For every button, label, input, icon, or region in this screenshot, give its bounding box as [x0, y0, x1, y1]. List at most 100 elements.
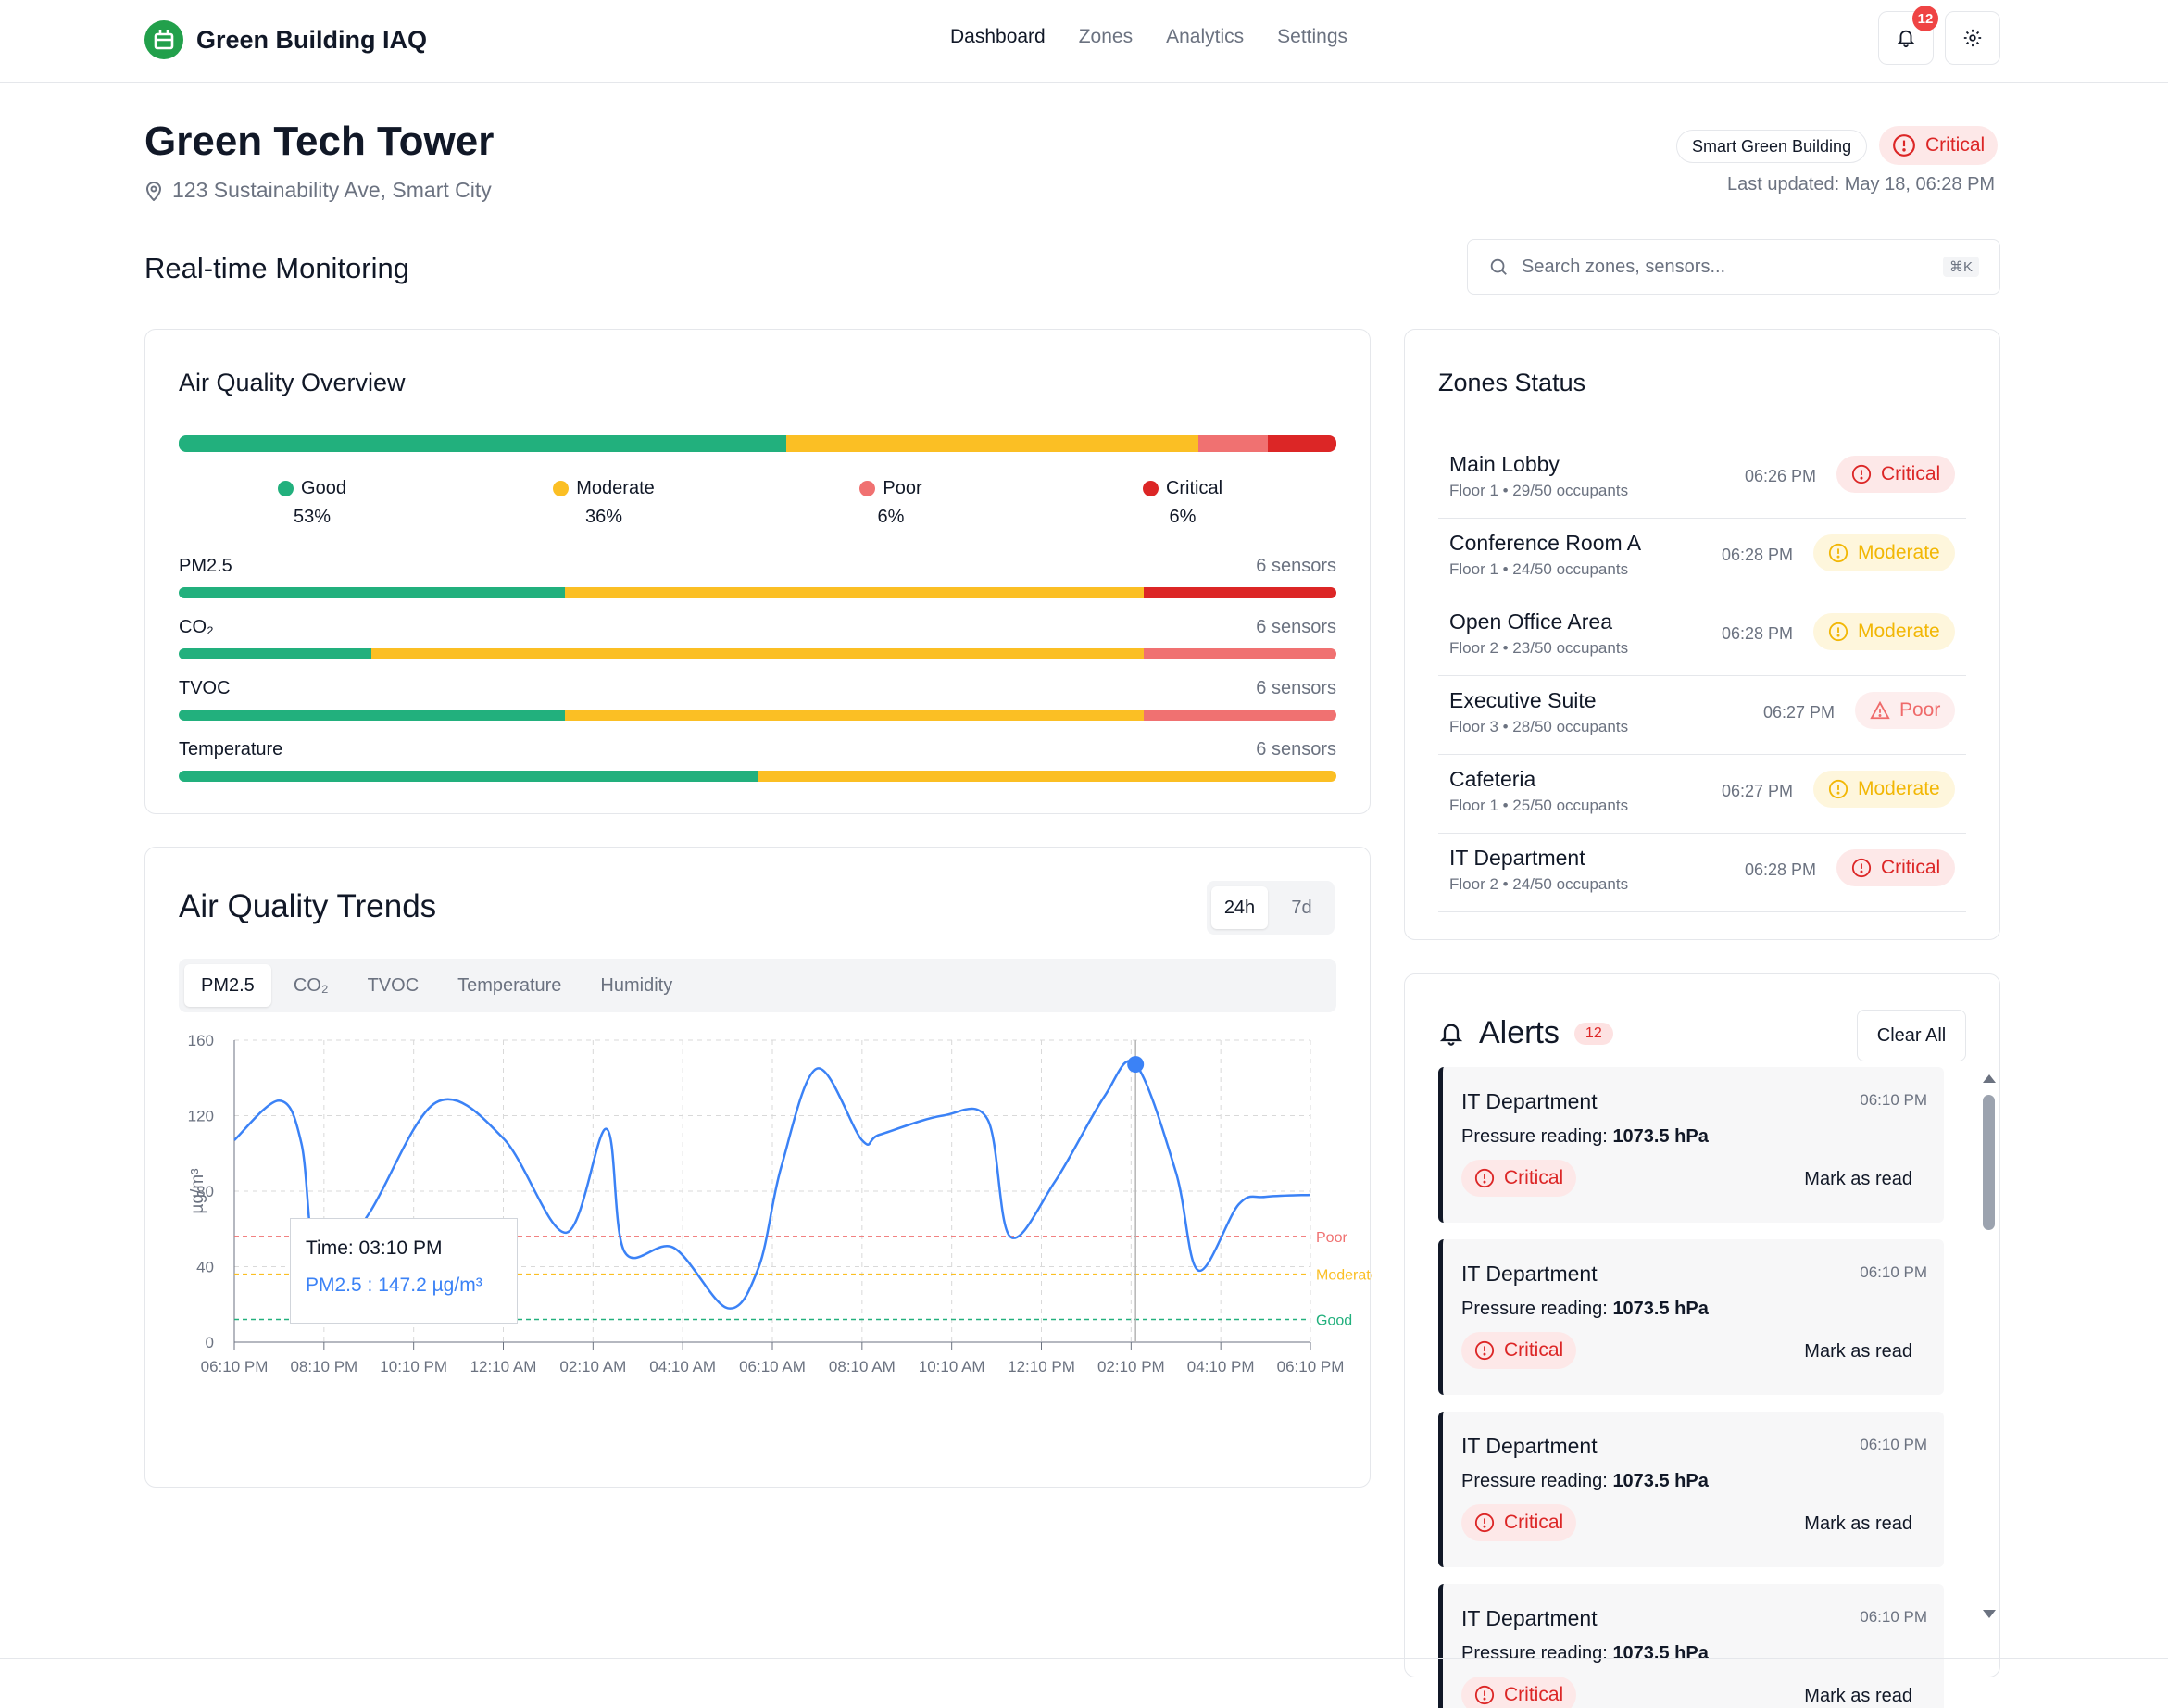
alert-message: Pressure reading: 1073.5 hPa — [1461, 1643, 1709, 1664]
alert-circle-icon — [1893, 134, 1915, 157]
search-box[interactable]: ⌘K — [1467, 239, 2000, 295]
alerts-list[interactable]: IT Department 06:10 PM Pressure reading: 1… — [1438, 1067, 1979, 1708]
alerts-scrollbar-thumb[interactable] — [1983, 1095, 1995, 1230]
pm25-trend-chart[interactable]: 0408012016006:10 PM 08:10 PM 10:10 PM 12:10… — [145, 1024, 1372, 1385]
alert-item[interactable]: IT Department 06:10 PM Pressure reading: 1… — [1438, 1067, 1944, 1223]
distribution-bar — [179, 435, 1336, 452]
zone-name: IT Department — [1449, 846, 1585, 870]
search-input[interactable] — [1522, 256, 1930, 278]
zone-occupancy: Floor 3 • 28/50 occupants — [1449, 718, 1629, 735]
good-dot-icon — [278, 481, 294, 496]
alerts-count-badge: 12 — [1573, 1022, 1613, 1045]
mark-as-read-button[interactable]: Mark as read — [1804, 1686, 1912, 1707]
air-quality-overview-card: Air Quality Overview Good 53% Moderate 3… — [144, 329, 1371, 814]
zone-row[interactable]: Conference Room A Floor 1 • 24/50 occupan… — [1438, 520, 1966, 597]
metric-row-temperature: Temperature 6 sensors — [179, 739, 1336, 760]
tab-pm25[interactable]: PM2.5 — [184, 964, 271, 1007]
alert-message-value: 1073.5 hPa — [1612, 1643, 1709, 1664]
critical-dot-icon — [1142, 481, 1159, 496]
metric-bar-segment — [179, 710, 565, 721]
zone-row[interactable]: Main Lobby Floor 1 • 29/50 occupants 06:26… — [1438, 441, 1966, 519]
nav-zones[interactable]: Zones — [1079, 26, 1133, 48]
zone-status-label: Critical — [1881, 463, 1941, 484]
alert-time: 06:10 PM — [1860, 1091, 1927, 1109]
notifications-button[interactable]: 12 — [1878, 6, 1938, 65]
metric-name: CO₂ — [179, 617, 214, 637]
tab-temperature[interactable]: Temperature — [441, 964, 578, 1007]
good-percent: 53% — [293, 507, 332, 527]
zone-row[interactable]: IT Department Floor 2 • 24/50 occupants 06… — [1438, 835, 1966, 912]
poor-percent: 6% — [877, 507, 905, 527]
metric-bar-segment — [758, 771, 1336, 782]
co2-bar — [179, 648, 1336, 659]
alert-circle-icon — [1474, 1513, 1495, 1533]
alert-status-label: Critical — [1504, 1167, 1564, 1188]
tab-tvoc[interactable]: TVOC — [351, 964, 436, 1007]
bell-icon — [1439, 1024, 1463, 1046]
zone-updated-time: 06:28 PM — [1722, 546, 1794, 564]
range-24h[interactable]: 24h — [1211, 886, 1268, 929]
alert-circle-icon — [1828, 543, 1848, 563]
overview-title: Air Quality Overview — [179, 369, 406, 396]
range-7d[interactable]: 7d — [1273, 886, 1330, 929]
zone-updated-time: 06:26 PM — [1745, 467, 1817, 485]
moderate-dot-icon — [553, 481, 570, 496]
metric-row-co2: CO₂ 6 sensors — [179, 617, 1336, 638]
moderate-percent: 36% — [584, 507, 623, 527]
scroll-up-arrow-icon[interactable] — [1983, 1074, 1996, 1083]
pm25-bar — [179, 587, 1336, 598]
alert-status-label: Critical — [1504, 1339, 1564, 1361]
legend-poor: Poor 6% — [835, 478, 946, 528]
alert-item[interactable]: IT Department 06:10 PM Pressure reading: 1… — [1438, 1584, 1944, 1708]
tab-humidity[interactable]: Humidity — [583, 964, 689, 1007]
tab-co2[interactable]: CO₂ — [277, 964, 345, 1007]
clear-all-button[interactable]: Clear All — [1857, 1010, 1966, 1061]
distribution-segment-critical — [1267, 435, 1336, 452]
temperature-bar — [179, 771, 1336, 782]
legend-critical: Critical 6% — [1122, 478, 1243, 528]
zone-row[interactable]: Executive Suite Floor 3 • 28/50 occupants… — [1438, 677, 1966, 755]
tooltip-time: Time: 03:10 PM — [306, 1237, 443, 1259]
search-icon — [1490, 258, 1507, 275]
zone-status-label: Moderate — [1858, 621, 1940, 642]
alert-zone: IT Department — [1461, 1434, 1598, 1458]
metric-row-tvoc: TVOC 6 sensors — [179, 678, 1336, 699]
metric-sensors: 6 sensors — [1256, 556, 1336, 576]
mark-as-read-button[interactable]: Mark as read — [1804, 1169, 1912, 1190]
threshold-label-poor: Poor — [1316, 1230, 1347, 1246]
metric-name: PM2.5 — [179, 556, 232, 576]
alert-circle-icon — [1474, 1340, 1495, 1361]
alert-status-badge: Critical — [1461, 1332, 1577, 1369]
x-tick-label: 04:10 PM — [1187, 1358, 1255, 1375]
nav-dashboard[interactable]: Dashboard — [950, 26, 1046, 48]
nav-analytics[interactable]: Analytics — [1166, 26, 1244, 48]
alert-status-badge: Critical — [1461, 1677, 1577, 1708]
mark-as-read-button[interactable]: Mark as read — [1804, 1341, 1912, 1363]
mark-as-read-button[interactable]: Mark as read — [1804, 1513, 1912, 1535]
alert-status-label: Critical — [1504, 1512, 1564, 1533]
zone-row[interactable]: Cafeteria Floor 1 • 25/50 occupants 06:27 … — [1438, 756, 1966, 834]
last-updated: Last updated: May 18, 06:28 PM — [1727, 174, 1996, 195]
scroll-down-arrow-icon[interactable] — [1983, 1610, 1996, 1618]
x-tick-label: 10:10 PM — [380, 1358, 447, 1375]
alert-circle-icon — [1828, 622, 1848, 642]
zone-status-label: Critical — [1881, 857, 1941, 878]
alert-zone: IT Department — [1461, 1089, 1598, 1113]
metric-bar-segment — [371, 648, 1144, 659]
metric-bar-segment — [564, 710, 1144, 721]
zone-row[interactable]: Open Office Area Floor 2 • 23/50 occupant… — [1438, 598, 1966, 676]
x-tick-label: 08:10 AM — [829, 1358, 896, 1375]
zone-updated-time: 06:27 PM — [1722, 782, 1794, 800]
nav-settings[interactable]: Settings — [1277, 26, 1347, 48]
zone-status-badge: Critical — [1836, 849, 1956, 886]
alert-message-value: 1073.5 hPa — [1612, 1299, 1709, 1319]
brand[interactable]: Green Building IAQ — [144, 20, 427, 59]
critical-percent: 6% — [1169, 507, 1197, 527]
alert-item[interactable]: IT Department 06:10 PM Pressure reading: 1… — [1438, 1239, 1944, 1395]
alert-time: 06:10 PM — [1860, 1436, 1927, 1453]
zone-status-badge: Moderate — [1813, 771, 1955, 808]
settings-button[interactable] — [1945, 11, 2000, 65]
alert-item[interactable]: IT Department 06:10 PM Pressure reading: 1… — [1438, 1412, 1944, 1567]
metric-name: TVOC — [179, 678, 231, 698]
building-name: Green Tech Tower — [144, 119, 495, 164]
